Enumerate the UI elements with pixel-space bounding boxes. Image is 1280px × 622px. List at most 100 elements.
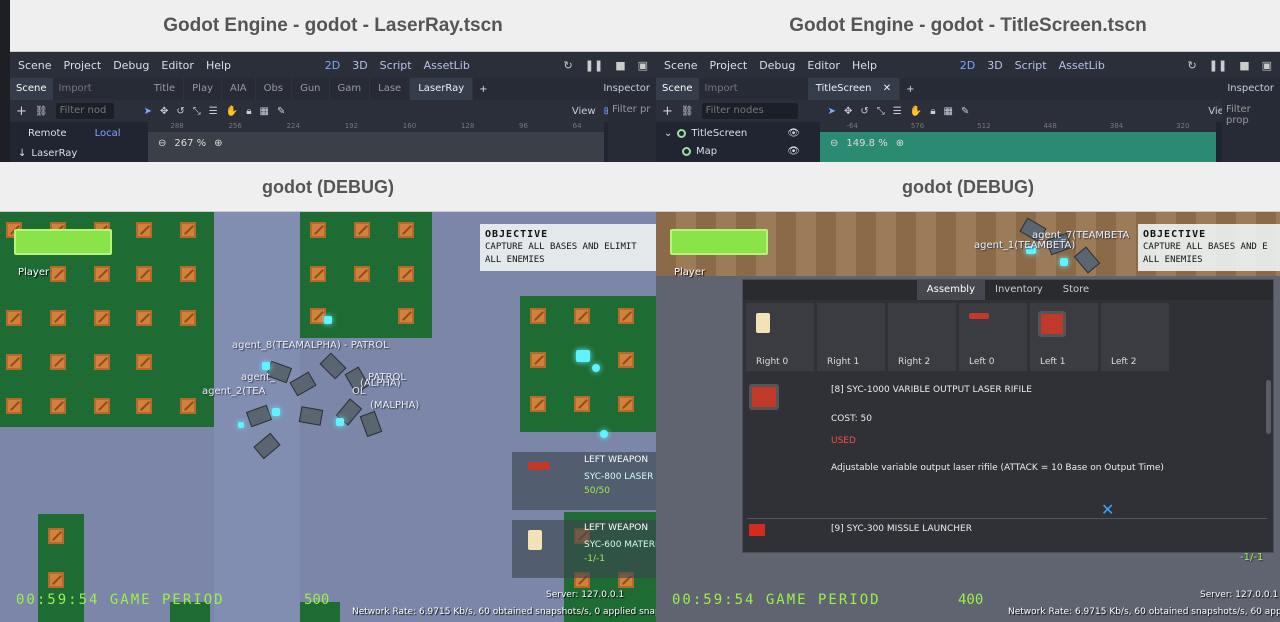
tree-node-laserray[interactable]: ↓ LaserRay (10, 144, 132, 162)
visibility-icon[interactable]: 👁︎ (787, 146, 806, 157)
game-viewport[interactable]: agent_8(TEAMALPHA) - PATROL agent_ agent… (0, 212, 656, 622)
tab-import[interactable]: Import (53, 78, 98, 100)
visibility-icon[interactable]: 👁︎ (787, 128, 806, 139)
zoom-out-icon[interactable]: ⊖ (158, 138, 166, 149)
move-tool-icon[interactable]: ✥ (160, 106, 168, 117)
stop-icon[interactable]: ■ (1239, 59, 1249, 72)
zoom-level[interactable]: 267 % (174, 138, 206, 149)
scale-tool-icon[interactable]: ⤡ (193, 106, 201, 117)
mode-script[interactable]: Script (380, 59, 412, 72)
collapse-icon[interactable]: ⌄ (664, 128, 672, 139)
menu-scene[interactable]: Scene (18, 59, 52, 72)
collapse-icon[interactable]: ↓ (18, 148, 26, 159)
mode-2d[interactable]: 2D (960, 59, 975, 72)
play-scene-icon[interactable]: ▣ (1262, 59, 1272, 72)
list-tool-icon[interactable]: ☰ (209, 106, 218, 117)
filter-properties-input[interactable]: Filter prop (1222, 100, 1280, 130)
scene-tab-laserray[interactable]: LaserRay (410, 78, 474, 100)
slot-right-1[interactable]: Right 1 (817, 303, 885, 371)
menu-help[interactable]: Help (206, 59, 231, 72)
filter-properties-input[interactable]: Filter pr (608, 100, 656, 119)
tab-inspector[interactable]: Inspector (597, 78, 656, 100)
pause-icon[interactable]: ❚❚ (585, 59, 603, 72)
zoom-level[interactable]: 149.8 % (846, 138, 887, 149)
slot-right-0[interactable]: Right 0 (746, 303, 814, 371)
tab-scene[interactable]: Scene (10, 78, 53, 100)
local-button[interactable]: Local (95, 128, 121, 139)
menu-help[interactable]: Help (852, 59, 877, 72)
mode-script[interactable]: Script (1015, 59, 1047, 72)
close-tab-icon[interactable]: ✕ (883, 83, 891, 94)
remote-button[interactable]: Remote (28, 128, 67, 139)
select-tool-icon[interactable]: ➤ (144, 106, 152, 117)
mode-2d[interactable]: 2D (325, 59, 340, 72)
mode-assetlib[interactable]: AssetLib (1059, 59, 1105, 72)
zoom-in-icon[interactable]: ⊕ (214, 138, 222, 149)
pan-tool-icon[interactable]: ✋ (910, 106, 922, 117)
bone-icon[interactable]: ✎ (277, 106, 285, 117)
scene-tab-title[interactable]: Title (146, 78, 185, 100)
tree-node-titlescreen[interactable]: ⌄ TitleScreen 👁︎ (656, 124, 806, 142)
select-tool-icon[interactable]: ➤ (828, 106, 836, 117)
menu-project[interactable]: Project (64, 59, 102, 72)
move-tool-icon[interactable]: ✥ (844, 106, 852, 117)
pause-icon[interactable]: ❚❚ (1209, 59, 1227, 72)
zoom-out-icon[interactable]: ⊖ (830, 138, 838, 149)
scale-tool-icon[interactable]: ⤡ (877, 106, 885, 117)
filter-nodes-input[interactable]: Filter nod (55, 103, 114, 119)
tab-inventory[interactable]: Inventory (985, 280, 1053, 300)
menu-debug[interactable]: Debug (759, 59, 795, 72)
tab-assembly[interactable]: Assembly (916, 280, 985, 300)
menu-editor[interactable]: Editor (161, 59, 194, 72)
stop-icon[interactable]: ■ (615, 59, 625, 72)
group-icon[interactable]: ▦ (260, 106, 269, 117)
list-tool-icon[interactable]: ☰ (893, 106, 902, 117)
scene-tab-gam[interactable]: Gam (330, 78, 371, 100)
filter-nodes-input[interactable]: Filter nodes (701, 103, 798, 119)
close-icon[interactable]: ✕ (1101, 500, 1114, 519)
rotate-tool-icon[interactable]: ↺ (860, 106, 868, 117)
scene-tab-play[interactable]: Play (184, 78, 222, 100)
slot-right-2[interactable]: Right 2 (888, 303, 956, 371)
lock-icon[interactable]: 🔒︎ (930, 106, 935, 117)
rotate-tool-icon[interactable]: ↺ (176, 106, 184, 117)
tab-store[interactable]: Store (1053, 280, 1099, 300)
inventory-item-missile-launcher[interactable]: [9] SYC-300 MISSLE LAUNCHER (743, 520, 1267, 550)
menu-project[interactable]: Project (710, 59, 748, 72)
add-tab-icon[interactable]: + (900, 84, 920, 95)
add-node-icon[interactable]: + (662, 104, 673, 119)
tab-inspector[interactable]: Inspector (1221, 78, 1280, 100)
reload-icon[interactable]: ↻ (564, 59, 573, 72)
game-viewport[interactable]: agent_7(TEAMBETA agent_1(TEAMBETA) Playe… (656, 212, 1280, 622)
slot-left-0[interactable]: Left 0 (959, 303, 1027, 371)
scene-tab-obs[interactable]: Obs (256, 78, 293, 100)
scene-tab-gun[interactable]: Gun (292, 78, 330, 100)
add-tab-icon[interactable]: + (473, 84, 493, 95)
mode-3d[interactable]: 3D (987, 59, 1002, 72)
mode-assetlib[interactable]: AssetLib (424, 59, 470, 72)
scene-tab-titlescreen[interactable]: TitleScreen ✕ (807, 78, 901, 100)
menu-scene[interactable]: Scene (664, 59, 698, 72)
slot-left-1[interactable]: Left 1 (1030, 303, 1098, 371)
lock-icon[interactable]: 🔒︎ (246, 106, 251, 117)
scrollbar[interactable] (1266, 380, 1271, 434)
tab-scene[interactable]: Scene (656, 78, 699, 100)
menu-debug[interactable]: Debug (113, 59, 149, 72)
mode-3d[interactable]: 3D (352, 59, 367, 72)
play-scene-icon[interactable]: ▣ (638, 59, 648, 72)
tab-import[interactable]: Import (699, 78, 744, 100)
scene-tab-aia[interactable]: AIA (222, 78, 256, 100)
slot-left-2[interactable]: Left 2 (1101, 303, 1169, 371)
group-icon[interactable]: ▦ (944, 106, 953, 117)
bone-icon[interactable]: ✎ (961, 106, 969, 117)
tree-node-map[interactable]: Map 👁︎ (656, 142, 806, 160)
view-menu[interactable]: View (572, 106, 596, 117)
link-icon[interactable]: ⛓ (35, 106, 48, 117)
zoom-in-icon[interactable]: ⊕ (896, 138, 904, 149)
pan-tool-icon[interactable]: ✋ (226, 106, 238, 117)
add-node-icon[interactable]: + (16, 104, 27, 119)
inventory-item-laser-rifle[interactable]: [8] SYC-1000 VARIBLE OUTPUT LASER RIFILE… (743, 378, 1267, 519)
menu-editor[interactable]: Editor (807, 59, 840, 72)
link-icon[interactable]: ⛓ (681, 106, 694, 117)
reload-icon[interactable]: ↻ (1188, 59, 1197, 72)
